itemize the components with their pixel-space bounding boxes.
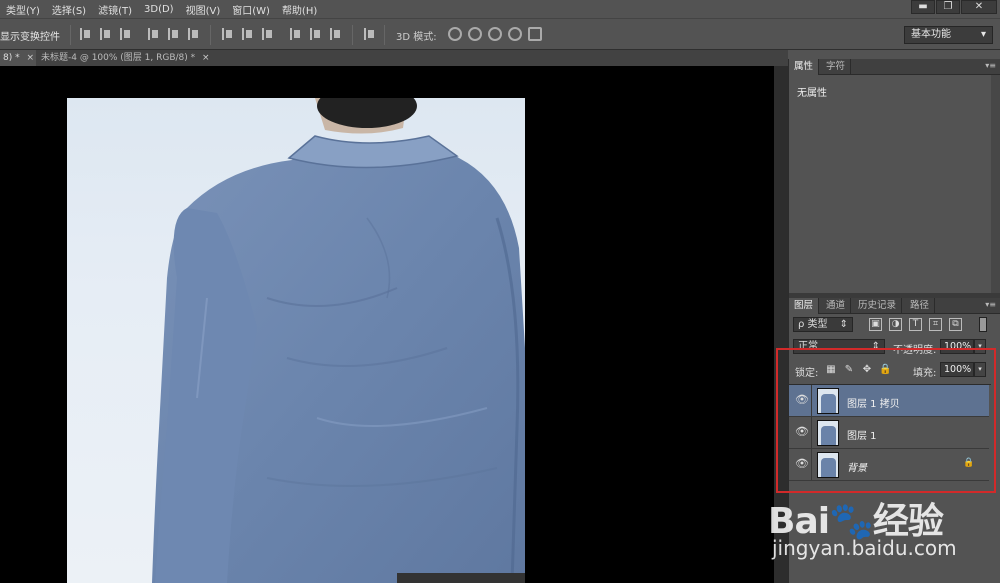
menu-window[interactable]: 窗口(W)	[226, 2, 276, 17]
align-right-icon[interactable]	[188, 28, 200, 40]
chevron-down-icon: ▾	[980, 29, 986, 40]
close-icon[interactable]: ×	[26, 53, 34, 63]
shirt-photo	[67, 98, 525, 583]
type-filter-icon[interactable]: T	[909, 318, 922, 331]
document-tab-bar: 8) * × 未标题-4 @ 100% (图层 1, RGB/8) * ×	[0, 50, 788, 66]
menu-filter[interactable]: 滤镜(T)	[92, 2, 138, 17]
3d-scale-icon[interactable]	[528, 27, 542, 41]
document-canvas[interactable]	[0, 66, 774, 583]
adjustment-filter-icon[interactable]: ◑	[889, 318, 902, 331]
no-properties-text: 无属性	[797, 88, 827, 99]
3d-mode-label: 3D 模式:	[396, 32, 437, 43]
distribute-bottom-icon[interactable]	[262, 28, 274, 40]
tab-paths[interactable]: 路径	[905, 298, 936, 314]
shape-filter-icon[interactable]: ⌗	[929, 318, 942, 331]
properties-scrollbar[interactable]	[991, 75, 1000, 295]
menu-type[interactable]: 类型(Y)	[0, 2, 46, 17]
align-left-icon[interactable]	[148, 28, 160, 40]
tab-channels[interactable]: 通道	[821, 298, 852, 314]
menu-select[interactable]: 选择(S)	[46, 2, 92, 17]
options-bar: 显示变换控件 3D 模式: 基本功能 ▾	[0, 18, 1000, 50]
3d-pan-icon[interactable]	[488, 27, 502, 41]
panel-menu-icon[interactable]: ▾≡	[985, 61, 996, 70]
show-transform-controls-label[interactable]: 显示变换控件	[0, 28, 60, 43]
menu-bar: 类型(Y) 选择(S) 滤镜(T) 3D(D) 视图(V) 窗口(W) 帮助(H…	[0, 0, 1000, 18]
tab-layers[interactable]: 图层	[789, 298, 820, 314]
distribute-vcenter-icon[interactable]	[242, 28, 254, 40]
3d-slide-icon[interactable]	[508, 27, 522, 41]
layers-panel-tabs: 图层 通道 历史记录 路径 ▾≡	[789, 298, 1000, 314]
workspace-value: 基本功能	[911, 29, 951, 40]
distribute-right-icon[interactable]	[330, 28, 342, 40]
baidu-jingyan-watermark: Bai🐾经验 jingyan.baidu.com	[768, 472, 998, 582]
distribute-top-icon[interactable]	[222, 28, 234, 40]
close-icon[interactable]: ×	[202, 53, 210, 63]
pixel-filter-icon[interactable]: ▣	[869, 318, 882, 331]
properties-panel-tabs: 属性 字符 ▾≡	[789, 59, 1000, 75]
align-hcenter-icon[interactable]	[168, 28, 180, 40]
smart-object-filter-icon[interactable]: ⧉	[949, 318, 962, 331]
minimize-button[interactable]: ▬	[911, 0, 935, 14]
auto-align-icon[interactable]	[364, 28, 376, 40]
tab-properties[interactable]: 属性	[789, 59, 820, 75]
tab-document-1[interactable]: 8) * ×	[0, 50, 36, 66]
layer-filter-select[interactable]: ρ 类型 ⇕	[793, 317, 853, 332]
workspace-select[interactable]: 基本功能 ▾	[904, 26, 993, 44]
menu-3d[interactable]: 3D(D)	[138, 4, 180, 15]
filter-kind-label: ρ 类型	[798, 319, 828, 330]
align-vcenter-icon[interactable]	[100, 28, 112, 40]
tab-character[interactable]: 字符	[821, 59, 852, 75]
restore-button[interactable]: ❐	[936, 0, 960, 14]
options-divider	[352, 25, 353, 45]
distribute-hcenter-icon[interactable]	[310, 28, 322, 40]
options-divider	[210, 25, 211, 45]
3d-roll-icon[interactable]	[468, 27, 482, 41]
close-button[interactable]: ✕	[961, 0, 997, 14]
menu-view[interactable]: 视图(V)	[180, 2, 227, 17]
options-divider	[384, 25, 385, 45]
panel-menu-icon[interactable]: ▾≡	[985, 300, 996, 309]
tab-label: 8) *	[3, 53, 23, 63]
tab-history[interactable]: 历史记录	[853, 298, 903, 314]
options-divider	[70, 25, 71, 45]
updown-arrow-icon: ⇕	[839, 319, 848, 330]
align-bottom-icon[interactable]	[120, 28, 132, 40]
tab-document-2[interactable]: 未标题-4 @ 100% (图层 1, RGB/8) * ×	[38, 50, 222, 66]
tab-label: 未标题-4 @ 100% (图层 1, RGB/8) *	[41, 53, 198, 63]
shirt-illustration	[152, 98, 525, 583]
align-top-icon[interactable]	[80, 28, 92, 40]
3d-rotate-icon[interactable]	[448, 27, 462, 41]
distribute-left-icon[interactable]	[290, 28, 302, 40]
watermark-url: jingyan.baidu.com	[772, 536, 957, 560]
menu-help[interactable]: 帮助(H)	[276, 2, 323, 17]
filter-toggle-switch[interactable]	[979, 317, 987, 332]
